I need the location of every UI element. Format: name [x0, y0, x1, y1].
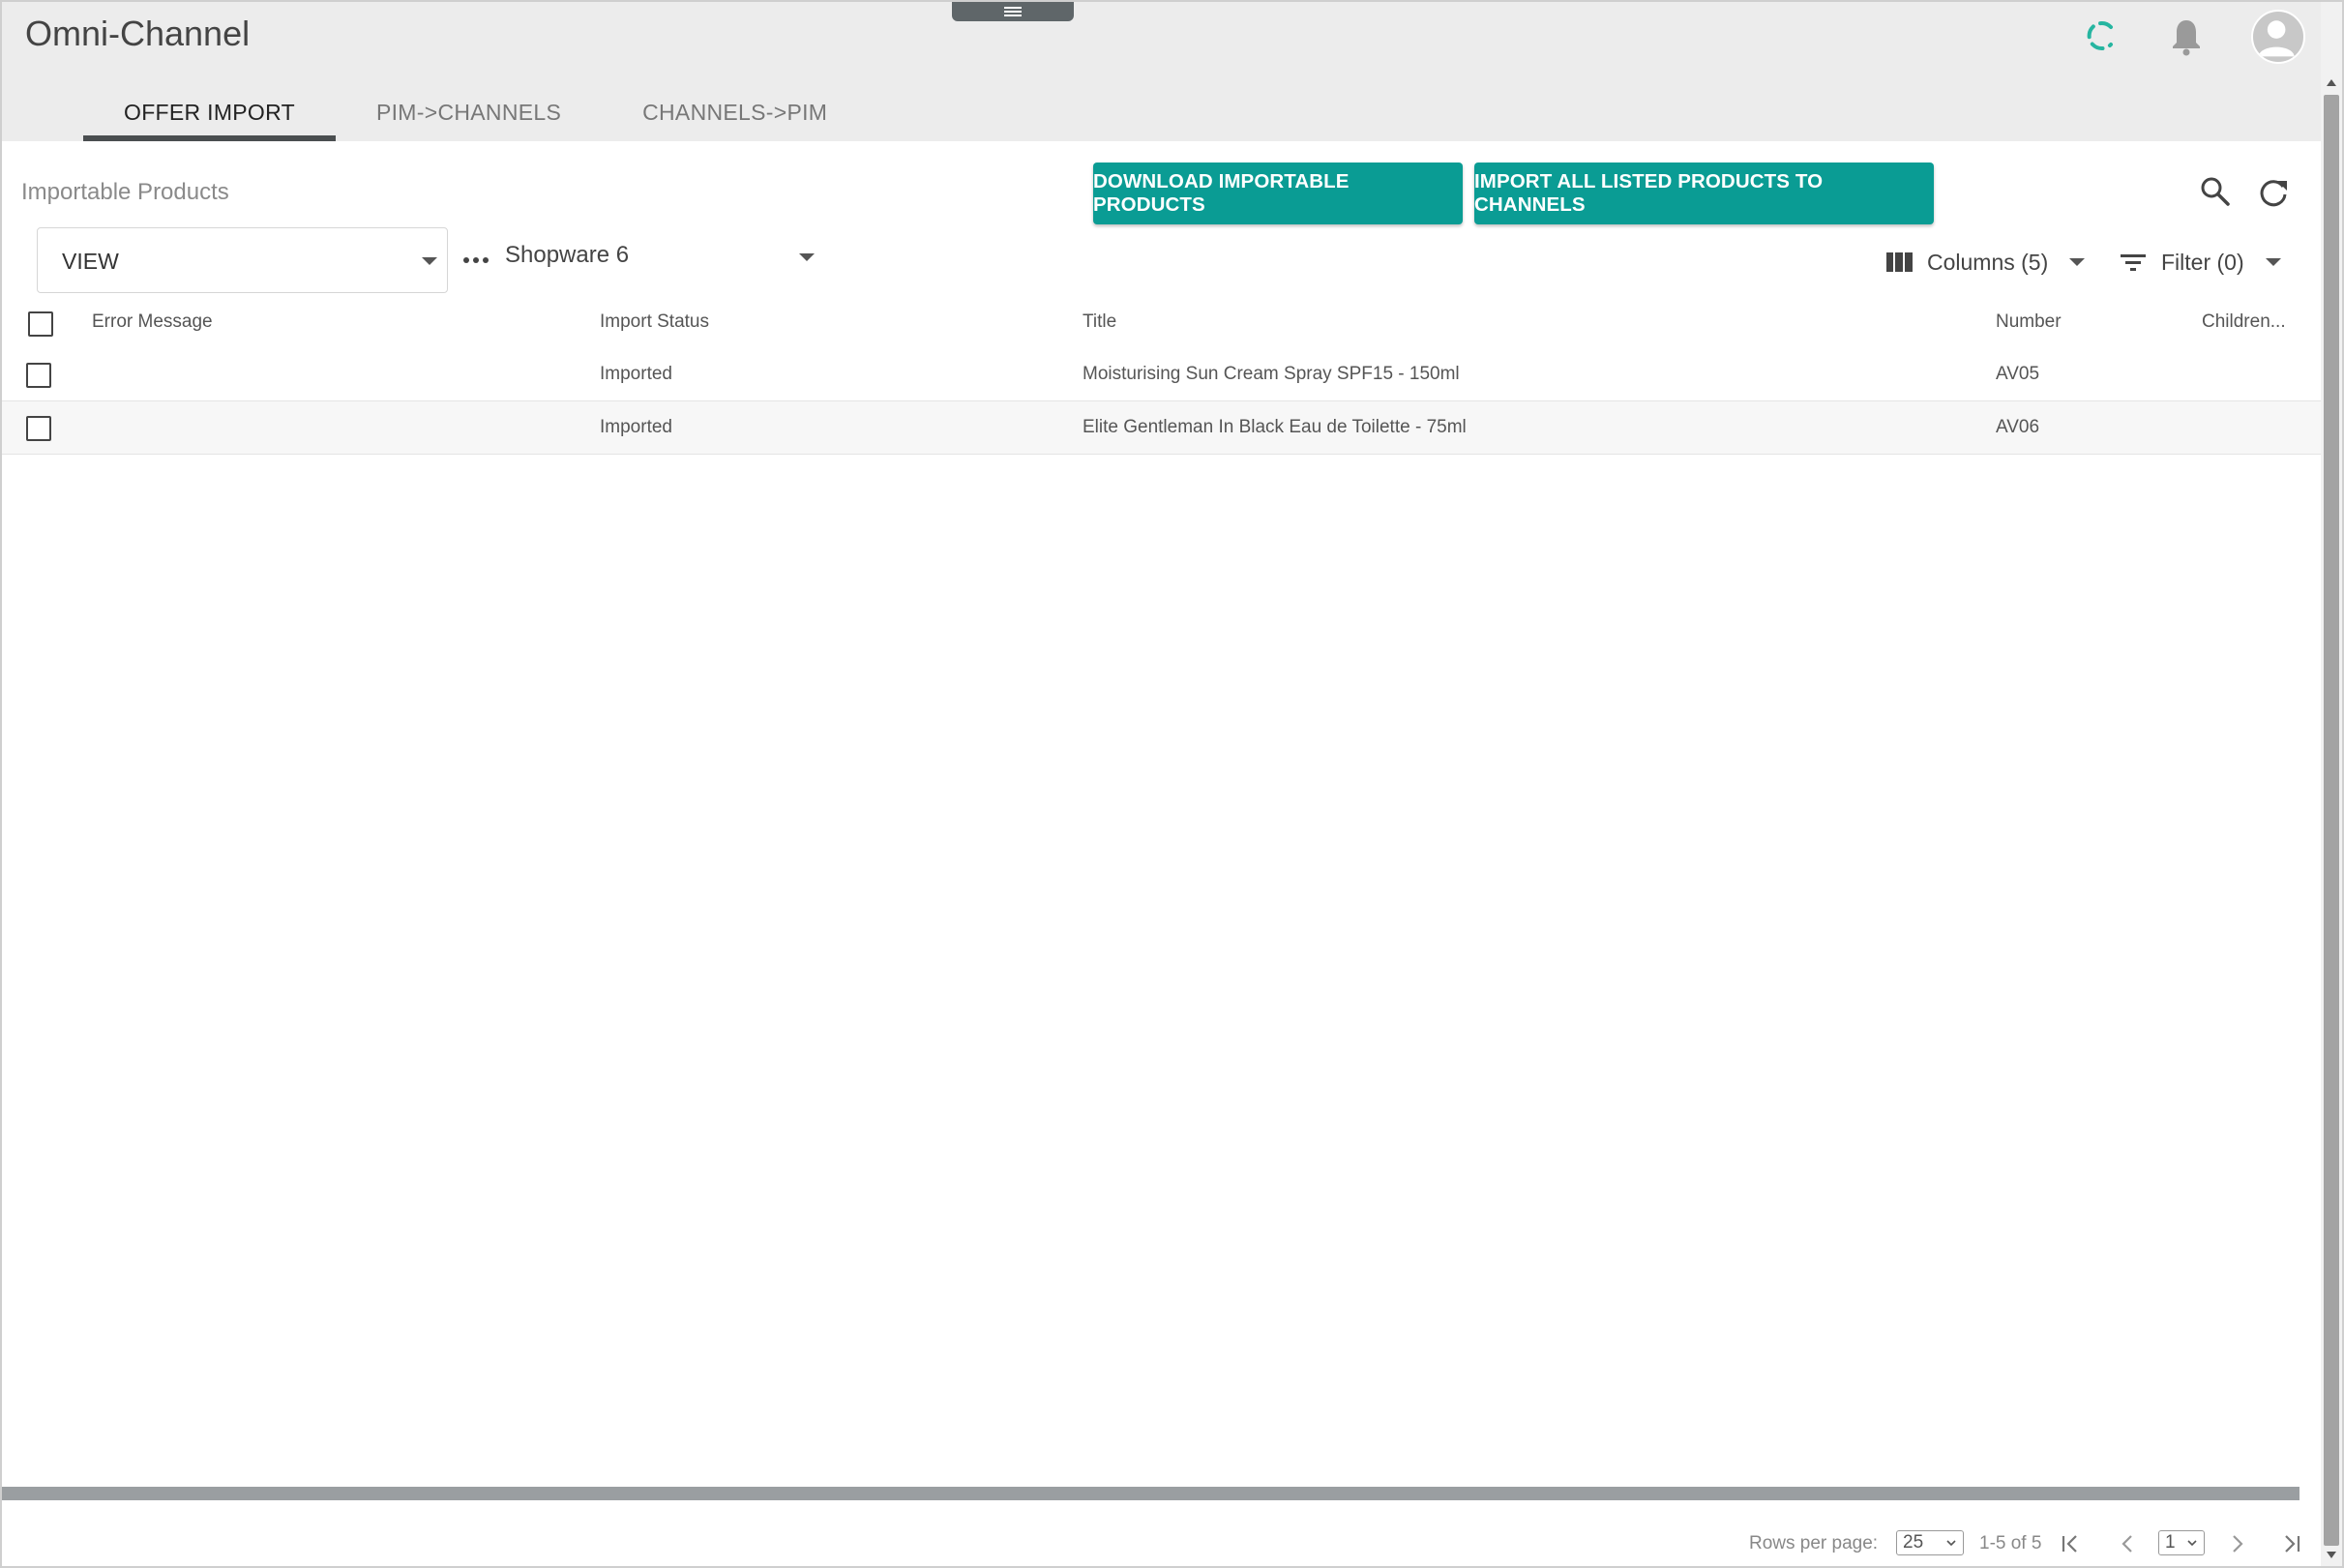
rows-per-page-label: Rows per page:	[1749, 1533, 1879, 1553]
chevron-down-icon	[2187, 1540, 2197, 1547]
app-header: Omni-Channel OFFER IMPORT PIM->CHANNELS	[2, 2, 2321, 141]
pagination-range: 1-5 of 5	[1979, 1533, 2042, 1553]
scroll-down-icon[interactable]	[2327, 1552, 2336, 1558]
products-table: Error Message Import Status Title Number…	[2, 296, 2321, 455]
section-title: Importable Products	[21, 179, 229, 205]
more-options-icon[interactable]	[462, 255, 491, 265]
cell-title: Moisturising Sun Cream Spray SPF15 - 150…	[1083, 364, 1460, 384]
column-header-error-message[interactable]: Error Message	[92, 296, 213, 348]
current-page-value: 1	[2165, 1532, 2176, 1553]
tab-channels-to-pim[interactable]: CHANNELS->PIM	[602, 83, 868, 141]
filter-label: Filter (0)	[2161, 249, 2244, 275]
menu-toggle-button[interactable]	[952, 2, 1074, 21]
horizontal-scrollbar[interactable]	[2, 1487, 2299, 1500]
first-page-icon[interactable]	[2059, 1531, 2084, 1556]
chevron-down-icon	[799, 253, 815, 261]
rows-per-page-select[interactable]: 25	[1896, 1530, 1964, 1555]
cell-number: AV06	[1996, 417, 2040, 437]
columns-selector[interactable]: Columns (5)	[1886, 246, 2086, 279]
column-header-import-status[interactable]: Import Status	[600, 296, 709, 348]
refresh-icon[interactable]	[2254, 173, 2293, 212]
column-header-children[interactable]: Children...	[2202, 296, 2286, 348]
spinner-icon	[2087, 21, 2113, 50]
chevron-down-icon	[2069, 258, 2086, 266]
app-title: Omni-Channel	[25, 14, 251, 53]
table-row[interactable]: Imported Moisturising Sun Cream Spray SP…	[2, 348, 2321, 401]
chevron-down-icon	[2265, 258, 2281, 266]
chevron-down-icon	[1946, 1540, 1956, 1547]
pagination: Rows per page: 25 1-5 of 5 1	[1743, 1525, 2314, 1560]
previous-page-icon[interactable]	[2116, 1531, 2141, 1556]
page-select[interactable]: 1	[2158, 1530, 2205, 1555]
cell-title: Elite Gentleman In Black Eau de Toilette…	[1083, 417, 1467, 437]
scroll-up-icon[interactable]	[2327, 79, 2336, 86]
next-page-icon[interactable]	[2224, 1531, 2249, 1556]
bell-icon[interactable]	[2167, 16, 2206, 57]
rows-per-page-value: 25	[1903, 1532, 1924, 1553]
tab-bar: OFFER IMPORT PIM->CHANNELS CHANNELS->PIM	[83, 83, 868, 141]
filter-selector[interactable]: Filter (0)	[2121, 246, 2281, 279]
cell-import-status: Imported	[600, 417, 672, 437]
view-select[interactable]: VIEW	[37, 227, 448, 293]
app-window: Omni-Channel OFFER IMPORT PIM->CHANNELS	[0, 0, 2344, 1568]
columns-icon	[1886, 252, 1913, 272]
cell-number: AV05	[1996, 364, 2040, 384]
view-select-label: VIEW	[62, 249, 119, 274]
avatar-icon	[2258, 20, 2295, 57]
download-importable-products-button[interactable]: DOWNLOAD IMPORTABLE PRODUCTS	[1093, 163, 1463, 224]
table-header-row: Error Message Import Status Title Number…	[2, 296, 2321, 348]
row-checkbox[interactable]	[26, 416, 51, 441]
filter-icon	[2121, 254, 2146, 271]
cell-import-status: Imported	[600, 364, 672, 384]
columns-label: Columns (5)	[1927, 249, 2049, 275]
chevron-down-icon	[422, 257, 437, 265]
row-checkbox[interactable]	[26, 363, 51, 388]
tab-pim-to-channels[interactable]: PIM->CHANNELS	[336, 83, 602, 141]
scrollbar-thumb[interactable]	[2324, 95, 2339, 1546]
vertical-scrollbar[interactable]	[2321, 2, 2342, 1566]
column-header-title[interactable]: Title	[1083, 296, 1116, 348]
table-row[interactable]: Imported Elite Gentleman In Black Eau de…	[2, 401, 2321, 455]
user-avatar[interactable]	[2251, 10, 2305, 64]
channel-select-value: Shopware 6	[505, 242, 630, 268]
column-header-number[interactable]: Number	[1996, 296, 2062, 348]
channel-select[interactable]: Shopware 6	[505, 242, 815, 273]
select-all-checkbox[interactable]	[28, 311, 53, 337]
tab-offer-import[interactable]: OFFER IMPORT	[83, 83, 336, 141]
hamburger-icon	[1004, 7, 1022, 16]
import-all-products-button[interactable]: IMPORT ALL LISTED PRODUCTS TO CHANNELS	[1474, 163, 1934, 224]
last-page-icon[interactable]	[2278, 1531, 2303, 1556]
search-icon[interactable]	[2196, 172, 2235, 211]
